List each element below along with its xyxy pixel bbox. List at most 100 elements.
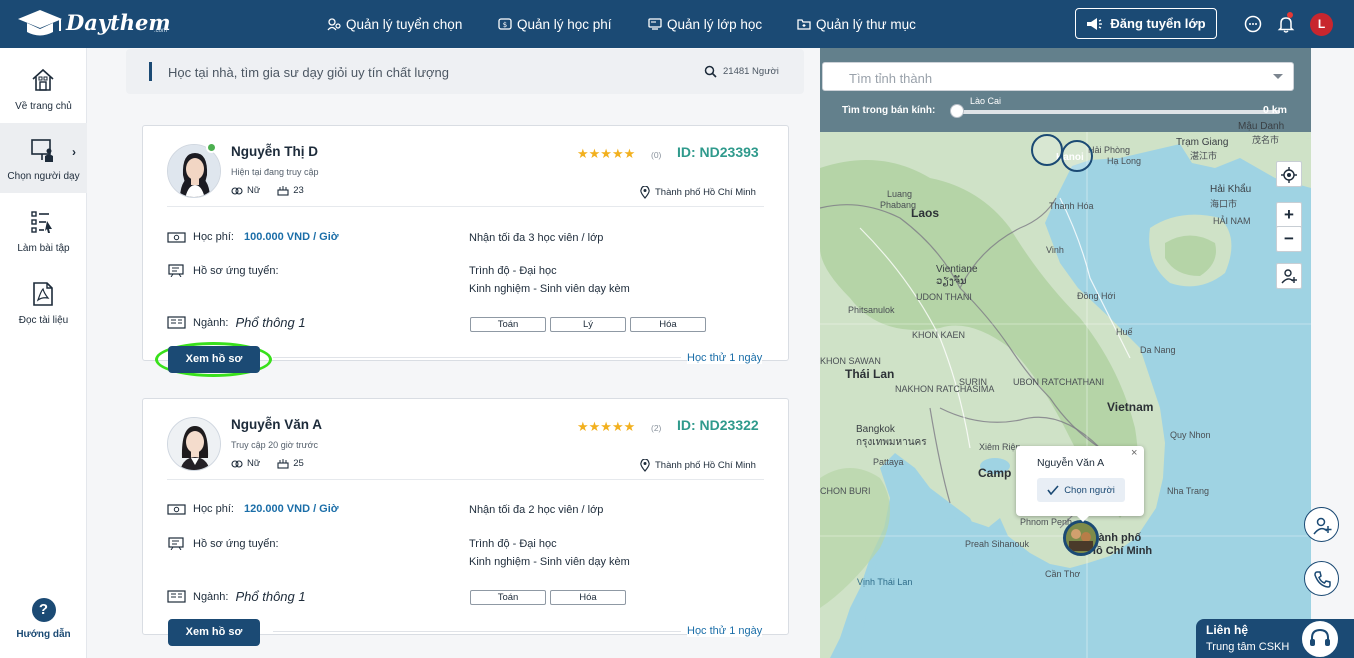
add-user-icon: [1281, 269, 1297, 284]
major-value: Phổ thông 1: [235, 315, 306, 330]
trial-text[interactable]: Học thử 1 ngày: [687, 625, 763, 637]
capacity-text: Nhận tối đa 2 học viên / lớp: [469, 504, 604, 516]
search-input[interactable]: Học tại nhà, tìm gia sư dạy giỏi uy tín …: [168, 65, 449, 80]
map-label-zhanjiang: Trạm Giang: [1176, 137, 1229, 148]
map-label-vientiane: Vientiane: [936, 264, 978, 275]
tutor-gender: Nữ: [247, 458, 261, 469]
rating-count: (0): [651, 150, 662, 160]
tutor-gender: Nữ: [247, 185, 261, 196]
map-label-thanh-hoa: Thanh Hóa: [1049, 201, 1094, 211]
classroom-icon: [648, 18, 662, 30]
chat-icon[interactable]: [1243, 14, 1263, 34]
map-label-udon: UDON THANI: [916, 292, 972, 302]
close-icon[interactable]: ×: [1131, 447, 1137, 459]
avatar[interactable]: [167, 417, 221, 471]
province-select[interactable]: Tìm tỉnh thành: [822, 62, 1294, 91]
capacity-text: Nhận tối đa 3 học viên / lớp: [469, 232, 604, 244]
map-label-hcmc-line2: Hồ Chí Minh: [1088, 545, 1153, 557]
nav-class-management[interactable]: Quản lý lớp học: [648, 0, 762, 48]
fee-label: Học phí:: [193, 503, 234, 515]
major-label: Ngành:: [193, 590, 229, 603]
fee-value: 120.000 VND / Giờ: [243, 503, 339, 515]
fee-label: Học phí:: [193, 231, 234, 243]
view-profile-button[interactable]: Xem hồ sơ: [168, 346, 260, 373]
major-value: Phổ thông 1: [235, 589, 306, 604]
selected-tutor-marker[interactable]: [1063, 520, 1099, 556]
sidebar-item-choose-tutor[interactable]: › Chọn người dạy: [0, 123, 87, 193]
money-icon: $: [498, 18, 512, 30]
map-label-dong-hoi: Đồng Hới: [1077, 291, 1116, 301]
checkmark-icon: [1047, 485, 1059, 495]
locate-me-button[interactable]: [1276, 161, 1302, 187]
map-label-cambodia: Camp: [978, 466, 1012, 480]
level-text: Trình độ - Đại học: [469, 265, 557, 277]
nav-label: Quản lý lớp học: [667, 16, 763, 32]
map-label-bangkok: Bangkok: [856, 424, 895, 435]
zoom-out-button[interactable]: −: [1276, 226, 1302, 252]
nav-tuition-management[interactable]: $ Quản lý học phí: [498, 0, 612, 48]
card-footer-line: [273, 631, 681, 632]
map-terrain[interactable]: [820, 48, 1311, 658]
money-icon: [167, 503, 186, 515]
map-marker[interactable]: [1031, 134, 1063, 166]
sidebar-item-home[interactable]: Về trang chủ: [0, 53, 87, 123]
map-label-haikou-local: 海口市: [1210, 199, 1238, 209]
add-contact-float-button[interactable]: [1304, 507, 1339, 542]
tutor-meta: Nữ 25: [231, 458, 304, 469]
map-label-thailand: Thái Lan: [845, 367, 895, 381]
tutor-name[interactable]: Nguyễn Văn A: [231, 417, 322, 432]
sidebar-item-documents[interactable]: Đọc tài liệu: [0, 267, 87, 337]
home-icon: [32, 68, 54, 91]
help-button[interactable]: ? Hướng dẫn: [0, 598, 87, 640]
people-search-icon: [327, 18, 341, 31]
logo[interactable]: Daythem: [16, 6, 171, 42]
megaphone-icon: [1087, 17, 1103, 30]
map-label-phitsanulok: Phitsanulok: [848, 305, 895, 315]
map-label-can-tho: Cần Thơ: [1045, 569, 1081, 579]
post-class-button[interactable]: Đăng tuyển lớp: [1075, 8, 1217, 39]
bell-icon[interactable]: [1276, 14, 1296, 34]
map-label-phabang: Phabang: [880, 200, 917, 210]
choose-tutor-button[interactable]: Chọn người: [1037, 478, 1125, 502]
call-float-button[interactable]: [1304, 561, 1339, 596]
tutor-map[interactable]: Tìm tỉnh thành Tìm trong bán kính: 0 km …: [820, 48, 1311, 658]
profile-label: Hồ sơ ứng tuyển:: [193, 537, 279, 550]
search-bar[interactable]: Học tại nhà, tìm gia sư dạy giỏi uy tín …: [126, 49, 804, 94]
popup-tail: [1076, 515, 1090, 522]
tutor-age: 23: [293, 185, 304, 196]
view-profile-button[interactable]: Xem hồ sơ: [168, 619, 260, 646]
radius-slider-handle[interactable]: [950, 104, 964, 118]
radius-label: Tìm trong bán kính:: [842, 105, 936, 116]
nav-selection-management[interactable]: Quản lý tuyển chọn: [327, 0, 462, 48]
location-text: Thành phố Hồ Chí Minh: [655, 187, 756, 198]
book-board-icon: [167, 316, 186, 329]
popup-tutor-name: Nguyễn Văn A: [1037, 457, 1105, 469]
online-status-dot: [206, 142, 217, 153]
tutor-status: Truy cập 20 giờ trước: [231, 440, 319, 450]
radius-slider-track[interactable]: [956, 110, 1280, 114]
nav-folder-management[interactable]: Quản lý thư mục: [797, 0, 916, 48]
zoom-in-button[interactable]: +: [1276, 202, 1302, 228]
fee-row: Học phí: 120.000 VND / Giờ: [167, 503, 339, 515]
chevron-down-icon: [1273, 74, 1283, 79]
add-user-icon: [1313, 517, 1332, 535]
map-marker[interactable]: [1061, 140, 1093, 172]
map-label-maoming: Mậu Danh: [1238, 121, 1285, 132]
sidebar-item-homework[interactable]: Làm bài tập: [0, 195, 87, 265]
search-icon[interactable]: [704, 65, 717, 78]
tutor-count: 21481 Người: [723, 66, 779, 77]
teacher-board-icon: [31, 139, 53, 162]
add-person-button[interactable]: [1276, 263, 1302, 289]
contact-support-widget[interactable]: Liên hệ Trung tâm CSKH: [1196, 619, 1354, 658]
rating-stars: ★★★★★: [577, 146, 636, 161]
trial-text[interactable]: Học thử 1 ngày: [687, 352, 763, 364]
rating-count: (2): [651, 423, 662, 433]
top-header: Daythem .com Quản lý tuyển chọn $ Quản l…: [0, 0, 1354, 48]
tutor-name[interactable]: Nguyễn Thị D: [231, 144, 318, 159]
tutor-card: Nguyễn Văn A Truy cập 20 giờ trước Nữ 25…: [142, 398, 789, 646]
experience-text: Kinh nghiệm - Sinh viên dạy kèm: [469, 556, 630, 568]
user-avatar[interactable]: L: [1310, 13, 1333, 36]
nav-label: Quản lý thư mục: [816, 16, 916, 32]
checklist-icon: [31, 211, 52, 233]
map-label-gulf: Vịnh Thái Lan: [857, 577, 913, 587]
